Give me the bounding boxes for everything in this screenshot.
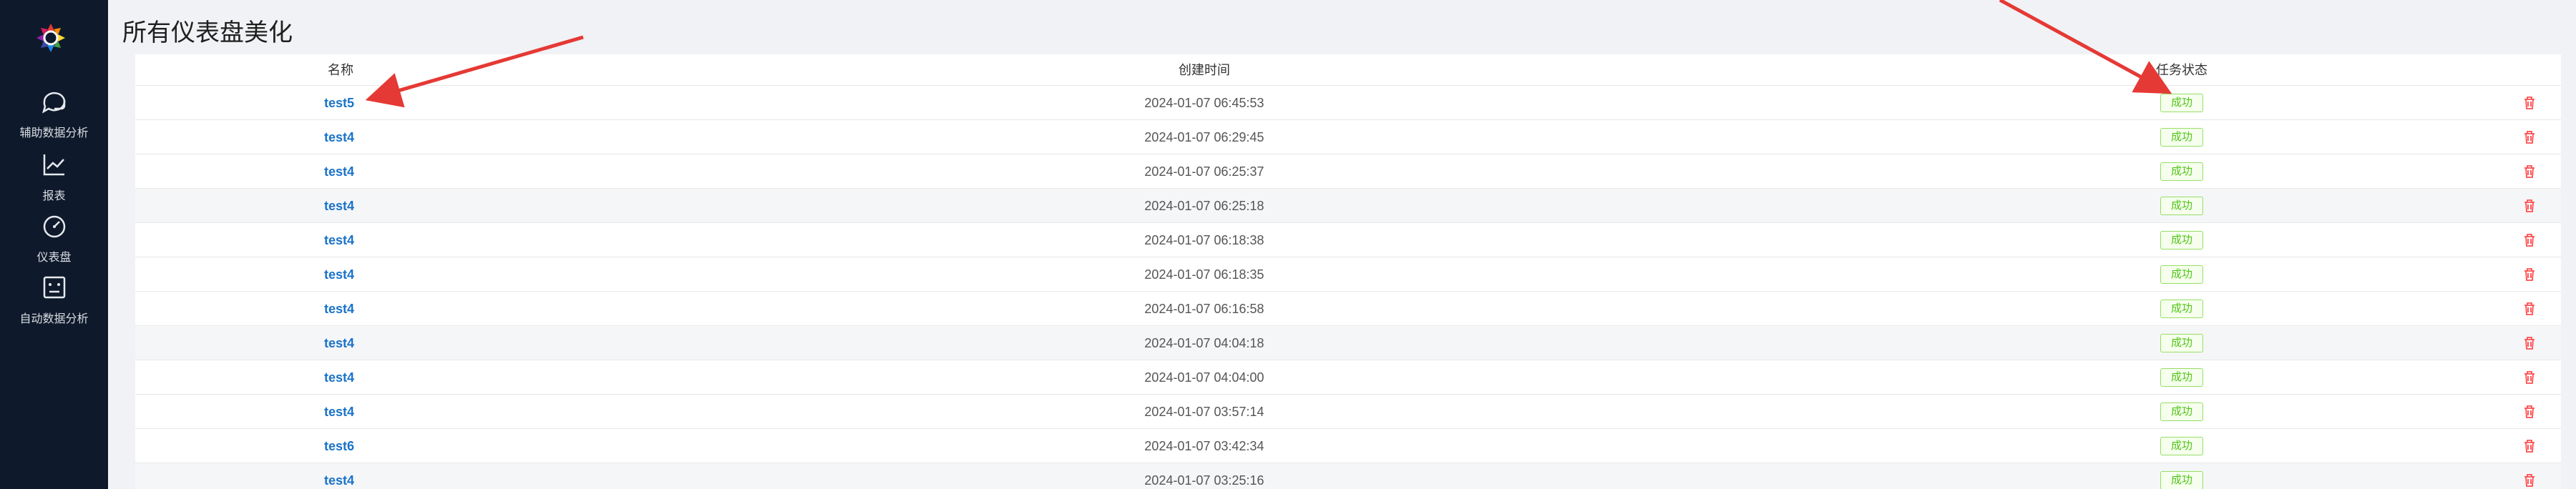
delete-icon[interactable] (2521, 94, 2538, 112)
table-row: test4 2024-01-07 06:29:45 成功 (135, 120, 2561, 154)
dashboard-name-link[interactable]: test4 (324, 223, 354, 257)
gauge-icon (40, 212, 69, 240)
status-badge: 成功 (2160, 265, 2203, 284)
status-badge: 成功 (2160, 94, 2203, 112)
app-logo[interactable] (34, 21, 67, 54)
created-time: 2024-01-07 03:25:16 (1144, 473, 1264, 488)
table-row: test4 2024-01-07 06:25:37 成功 (135, 154, 2561, 189)
column-header-name: 名称 (328, 63, 353, 77)
sidebar-item-reports[interactable]: 报表 (0, 147, 108, 204)
status-badge: 成功 (2160, 300, 2203, 318)
dashboard-name-link[interactable]: test4 (324, 395, 354, 429)
table-row: test6 2024-01-07 03:42:34 成功 (135, 429, 2561, 463)
app-root: 辅助数据分析 报表 仪表盘 自动数据分析 所有仪表盘美化 名称 创建时间 任务状… (0, 0, 2576, 489)
dashboard-name-link[interactable]: test4 (324, 360, 354, 395)
dashboard-name-link[interactable]: test4 (324, 326, 354, 360)
sidebar-item-assisted-analysis[interactable]: 辅助数据分析 (0, 84, 108, 142)
created-time: 2024-01-07 04:04:18 (1144, 336, 1264, 350)
table-row: test4 2024-01-07 03:57:14 成功 (135, 395, 2561, 429)
table-header: 名称 创建时间 任务状态 (135, 54, 2561, 86)
sidebar-item-label: 仪表盘 (36, 252, 72, 264)
table-row: test4 2024-01-07 06:18:35 成功 (135, 257, 2561, 292)
delete-icon[interactable] (2521, 266, 2538, 283)
dashboard-name-link[interactable]: test4 (324, 292, 354, 326)
chat-bubble-icon (40, 87, 69, 116)
delete-icon[interactable] (2521, 335, 2538, 352)
created-time: 2024-01-07 06:18:35 (1144, 267, 1264, 282)
created-time: 2024-01-07 06:16:58 (1144, 302, 1264, 316)
table-row: test4 2024-01-07 04:04:18 成功 (135, 326, 2561, 360)
delete-icon[interactable] (2521, 197, 2538, 214)
table-row: test4 2024-01-07 06:25:18 成功 (135, 189, 2561, 223)
delete-icon[interactable] (2521, 129, 2538, 146)
delete-icon[interactable] (2521, 369, 2538, 386)
delete-icon[interactable] (2521, 163, 2538, 180)
status-badge: 成功 (2160, 334, 2203, 352)
dashboard-name-link[interactable]: test5 (324, 86, 354, 120)
table-row: test4 2024-01-07 03:25:16 成功 (135, 463, 2561, 489)
dashboard-name-link[interactable]: test6 (324, 429, 354, 463)
column-header-status: 任务状态 (2156, 63, 2207, 77)
dashboard-name-link[interactable]: test4 (324, 120, 354, 154)
sidebar: 辅助数据分析 报表 仪表盘 自动数据分析 (0, 0, 108, 489)
status-badge: 成功 (2160, 471, 2203, 489)
sidebar-item-label: 报表 (42, 190, 66, 202)
status-badge: 成功 (2160, 128, 2203, 147)
sidebar-item-auto-analysis[interactable]: 自动数据分析 (0, 270, 108, 327)
status-badge: 成功 (2160, 197, 2203, 215)
dashboard-name-link[interactable]: test4 (324, 257, 354, 292)
delete-icon[interactable] (2521, 472, 2538, 489)
status-badge: 成功 (2160, 368, 2203, 387)
line-chart-icon (40, 150, 69, 179)
table-row: test4 2024-01-07 06:16:58 成功 (135, 292, 2561, 326)
created-time: 2024-01-07 03:57:14 (1144, 405, 1264, 419)
table-row: test5 2024-01-07 06:45:53 成功 (135, 86, 2561, 120)
delete-icon[interactable] (2521, 438, 2538, 455)
status-badge: 成功 (2160, 402, 2203, 421)
dashboard-name-link[interactable]: test4 (324, 463, 354, 489)
created-time: 2024-01-07 03:42:34 (1144, 439, 1264, 453)
delete-icon[interactable] (2521, 232, 2538, 249)
created-time: 2024-01-07 06:29:45 (1144, 130, 1264, 144)
dashboard-name-link[interactable]: test4 (324, 154, 354, 189)
page-title: 所有仪表盘美化 (122, 19, 293, 46)
created-time: 2024-01-07 06:25:37 (1144, 164, 1264, 179)
created-time: 2024-01-07 06:18:38 (1144, 233, 1264, 247)
dashboard-name-link[interactable]: test4 (324, 189, 354, 223)
status-badge: 成功 (2160, 437, 2203, 455)
delete-icon[interactable] (2521, 300, 2538, 317)
status-badge: 成功 (2160, 162, 2203, 181)
status-badge: 成功 (2160, 231, 2203, 250)
created-time: 2024-01-07 06:45:53 (1144, 96, 1264, 110)
sidebar-item-label: 辅助数据分析 (19, 127, 89, 139)
delete-icon[interactable] (2521, 403, 2538, 420)
sidebar-item-dashboard[interactable]: 仪表盘 (0, 209, 108, 266)
robot-face-icon (40, 273, 69, 302)
created-time: 2024-01-07 06:25:18 (1144, 199, 1264, 213)
column-header-created: 创建时间 (1179, 63, 1230, 77)
table-row: test4 2024-01-07 04:04:00 成功 (135, 360, 2561, 395)
main-content: 所有仪表盘美化 名称 创建时间 任务状态 test5 2024-01-07 06:… (108, 0, 2576, 489)
created-time: 2024-01-07 04:04:00 (1144, 370, 1264, 385)
dashboard-table: 名称 创建时间 任务状态 test5 2024-01-07 06:45:53 成功 t… (135, 54, 2561, 489)
table-row: test4 2024-01-07 06:18:38 成功 (135, 223, 2561, 257)
sidebar-item-label: 自动数据分析 (19, 313, 89, 325)
